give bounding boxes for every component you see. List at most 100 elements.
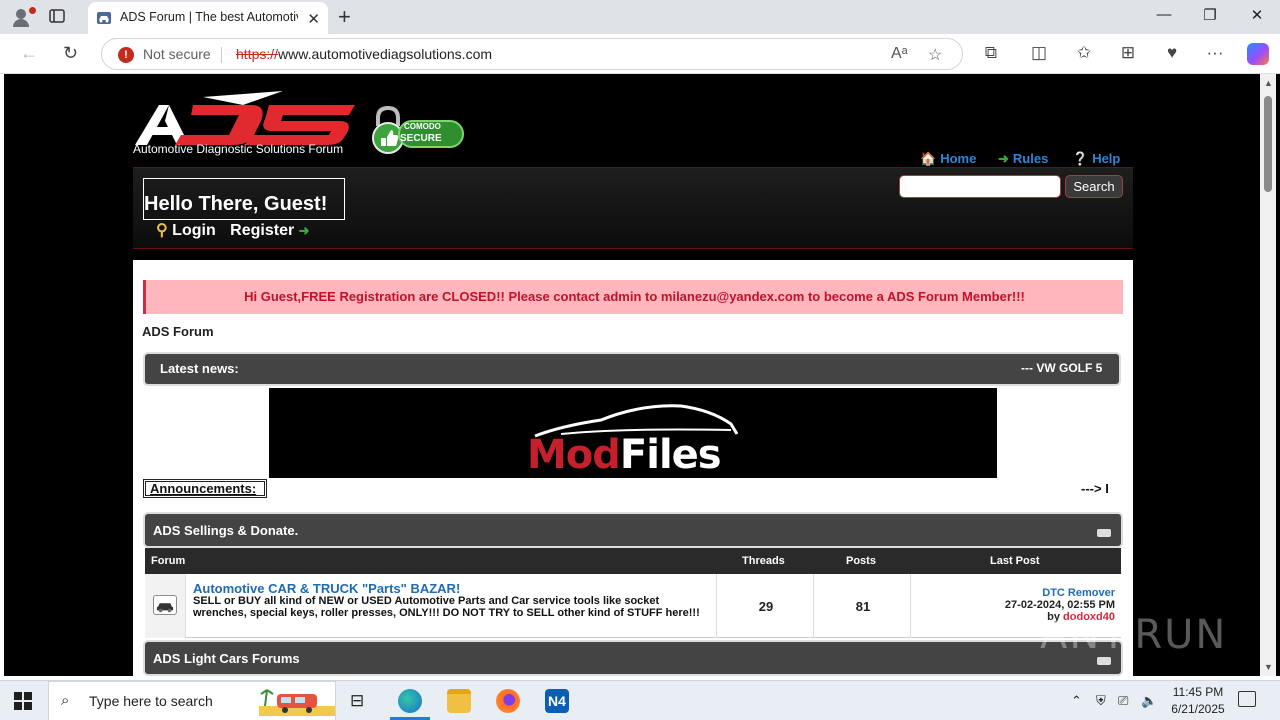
more-icon[interactable]: ··· bbox=[1203, 43, 1227, 63]
category-header-sellings: ADS Sellings & Donate. bbox=[143, 512, 1123, 548]
category-name[interactable]: ADS Light Cars Forums bbox=[153, 651, 300, 666]
login-link[interactable]: Login bbox=[172, 222, 216, 239]
latest-news-bar: Latest news: --- VW GOLF 5 bbox=[143, 352, 1121, 386]
close-tab-icon[interactable]: ✕ bbox=[307, 10, 320, 28]
profile-icon[interactable] bbox=[8, 5, 36, 29]
clock-time: 11:45 PM bbox=[1172, 685, 1224, 699]
scroll-thumb[interactable] bbox=[1264, 96, 1272, 192]
column-divider bbox=[716, 574, 717, 638]
car-favicon-icon bbox=[97, 12, 111, 24]
guest-links: ⚲ Login Register ➜ bbox=[156, 220, 310, 240]
home-icon: 🏠 bbox=[920, 151, 937, 166]
col-forum: Forum bbox=[151, 555, 186, 567]
taskbar-search-box[interactable]: ⌕ Type here to search bbox=[48, 681, 336, 720]
clock-date: 6/21/2025 bbox=[1171, 702, 1225, 716]
search-highlight-icon bbox=[259, 689, 335, 716]
n4-icon[interactable]: N4 bbox=[545, 689, 569, 713]
comodo-label: COMODO bbox=[404, 122, 441, 131]
page-viewport: Automotive Diagnostic Solutions Forum CO… bbox=[4, 74, 1260, 676]
network-icon[interactable]: ⎚ bbox=[1118, 693, 1128, 709]
task-view-icon[interactable]: ⊟ bbox=[350, 691, 364, 711]
address-bar: ← ↻ ! Not secure https://www.automotived… bbox=[0, 34, 1280, 74]
minimize-button[interactable]: — bbox=[1144, 6, 1184, 23]
volume-icon[interactable]: 🔈 bbox=[1141, 693, 1157, 709]
chevron-up-icon[interactable]: ⌃ bbox=[1071, 693, 1082, 709]
file-explorer-icon[interactable] bbox=[447, 689, 471, 713]
collapse-toggle-icon[interactable] bbox=[1097, 657, 1111, 665]
url-text[interactable]: https://www.automotivediagsolutions.com bbox=[236, 46, 492, 62]
banner-wordmark: ModFiles bbox=[527, 432, 722, 478]
thread-count: 29 bbox=[758, 599, 774, 614]
url-separator bbox=[221, 47, 222, 63]
logo-caption: Automotive Diagnostic Solutions Forum bbox=[133, 142, 344, 156]
scroll-down-icon[interactable]: ▼ bbox=[1264, 662, 1273, 672]
register-link[interactable]: Register bbox=[230, 222, 294, 239]
news-ticker[interactable]: --- VW GOLF 5 bbox=[1021, 361, 1115, 375]
announcements-ticker[interactable]: ---> I bbox=[1081, 481, 1109, 496]
window-close-button[interactable]: ✕ bbox=[1237, 6, 1277, 24]
taskbar-search-placeholder: Type here to search bbox=[89, 693, 213, 709]
breadcrumb[interactable]: ADS Forum bbox=[142, 324, 214, 339]
edge-icon[interactable] bbox=[398, 689, 422, 713]
help-link[interactable]: ❔ Help bbox=[1072, 151, 1120, 167]
greeting-text: Hello There, Guest! bbox=[144, 193, 328, 215]
forum-title-link[interactable]: Automotive CAR & TRUCK "Parts" BAZAR! bbox=[193, 581, 460, 596]
tab-actions-icon[interactable] bbox=[48, 7, 70, 27]
post-count: 81 bbox=[855, 599, 871, 614]
category-header-light-cars: ADS Light Cars Forums bbox=[143, 640, 1123, 676]
collections-icon[interactable]: ⊞ bbox=[1116, 43, 1140, 63]
table-row: Automotive CAR & TRUCK "Parts" BAZAR! SE… bbox=[145, 574, 1121, 638]
column-divider bbox=[813, 574, 814, 638]
greeting-box: Hello There, Guest! bbox=[143, 178, 345, 220]
anyrun-watermark: ANY.RUN bbox=[1040, 612, 1228, 658]
col-posts: Posts bbox=[846, 555, 876, 567]
main-content: Hi Guest,FREE Registration are CLOSED!! … bbox=[133, 260, 1133, 676]
search-input[interactable] bbox=[899, 175, 1061, 198]
security-tray-icon[interactable]: ⛨ bbox=[1096, 693, 1106, 709]
window-frame bbox=[1276, 74, 1280, 676]
favorites-icon[interactable]: ✩ bbox=[1072, 43, 1096, 63]
split-screen-icon[interactable]: ◫ bbox=[1027, 43, 1051, 63]
arrow-right-icon: ➜ bbox=[298, 223, 310, 238]
rules-link[interactable]: ➜ Rules bbox=[998, 151, 1048, 167]
tab-bar: ADS Forum | The best Automotive ✕ + — ❐ … bbox=[0, 0, 1280, 34]
last-post-title-link[interactable]: DTC Remover bbox=[1005, 587, 1115, 599]
last-post-date: 27-02-2024, 02:55 PM bbox=[1004, 599, 1115, 611]
url-field[interactable]: ! Not secure https://www.automotivediags… bbox=[101, 38, 963, 70]
key-icon: ⚲ bbox=[156, 222, 168, 239]
secure-label: SECURE bbox=[400, 133, 442, 144]
system-clock[interactable]: 11:45 PM 6/21/2025 bbox=[1160, 684, 1236, 718]
browser-tab[interactable]: ADS Forum | The best Automotive ✕ bbox=[88, 2, 328, 34]
read-aloud-icon[interactable]: Aᵃ bbox=[891, 45, 908, 63]
search-button[interactable]: Search bbox=[1065, 175, 1123, 198]
col-last-post: Last Post bbox=[990, 555, 1040, 567]
forum-table-header: Forum Threads Posts Last Post bbox=[145, 548, 1121, 574]
extensions-icon[interactable]: ⧉ bbox=[979, 43, 1003, 63]
announcements-label: Announcements: bbox=[143, 479, 267, 498]
tab-title: ADS Forum | The best Automotive bbox=[120, 10, 298, 24]
comodo-secure-badge[interactable]: COMODO SECURE bbox=[368, 102, 466, 156]
latest-news-label: Latest news: bbox=[160, 361, 239, 376]
copilot-icon[interactable] bbox=[1247, 43, 1269, 65]
home-link[interactable]: 🏠 Home bbox=[920, 151, 976, 167]
back-icon[interactable]: ← bbox=[20, 43, 38, 64]
new-tab-button[interactable]: + bbox=[338, 4, 351, 30]
arrow-right-icon: ➜ bbox=[998, 151, 1009, 166]
firefox-icon[interactable] bbox=[496, 689, 520, 713]
refresh-icon[interactable]: ↻ bbox=[63, 43, 78, 64]
scroll-up-icon[interactable]: ▲ bbox=[1264, 78, 1273, 88]
notification-icon[interactable] bbox=[1238, 691, 1256, 707]
collapse-toggle-icon[interactable] bbox=[1097, 529, 1111, 537]
forum-icon-cell bbox=[145, 574, 186, 638]
search-icon: ⌕ bbox=[61, 692, 70, 709]
performance-icon[interactable]: ♥ bbox=[1160, 43, 1184, 63]
maximize-button[interactable]: ❐ bbox=[1190, 6, 1230, 24]
column-divider bbox=[910, 574, 911, 638]
col-threads: Threads bbox=[742, 555, 785, 567]
favorite-star-icon[interactable]: ☆ bbox=[928, 45, 942, 65]
page-scrollbar[interactable]: ▲ ▼ bbox=[1260, 74, 1276, 676]
windows-start-icon[interactable] bbox=[14, 692, 32, 710]
security-label[interactable]: Not secure bbox=[143, 46, 211, 62]
category-name[interactable]: ADS Sellings & Donate. bbox=[153, 523, 298, 538]
modfiles-banner[interactable]: ModFiles bbox=[269, 388, 997, 478]
